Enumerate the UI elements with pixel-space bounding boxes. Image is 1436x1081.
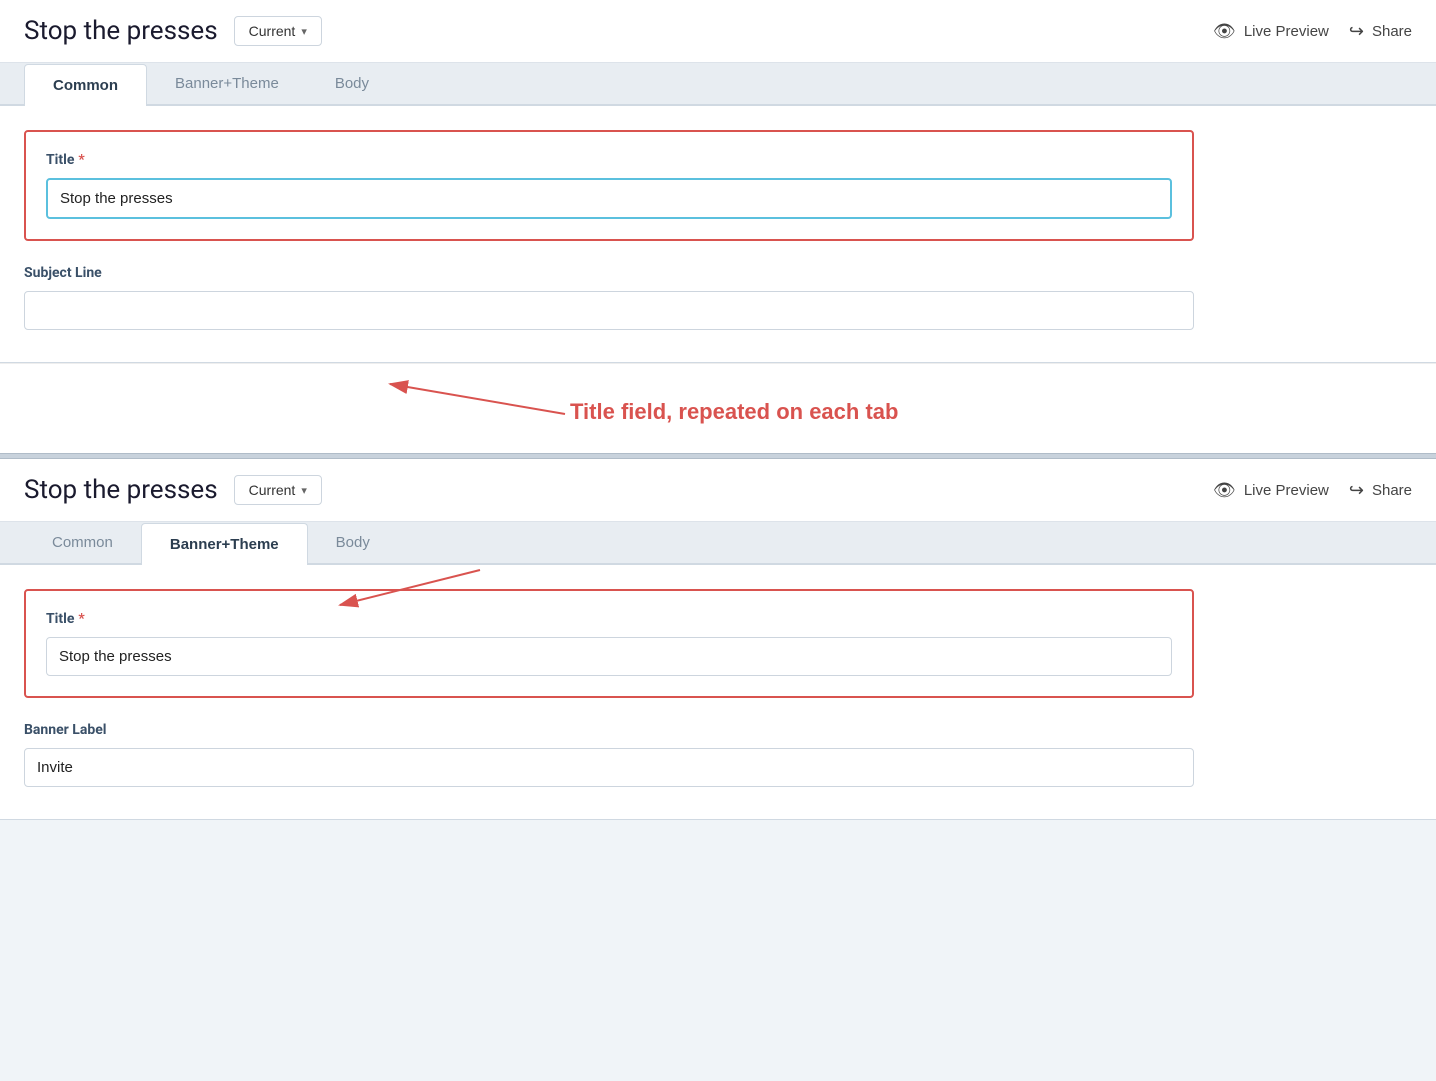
- share-button-bottom[interactable]: ↪ Share: [1349, 480, 1412, 501]
- tab-banner-theme-top[interactable]: Banner+Theme: [147, 63, 307, 104]
- page-wrapper: Stop the presses Current ▾ 👁 Live Previe…: [0, 0, 1436, 820]
- header-right-top: 👁 Live Preview ↪ Share: [1213, 21, 1412, 42]
- tabs-top: Common Banner+Theme Body: [0, 63, 1436, 106]
- share-label-bottom: Share: [1372, 482, 1412, 499]
- subject-label-top: Subject Line: [24, 265, 1194, 281]
- title-input-bottom[interactable]: [46, 637, 1172, 676]
- title-form-section-top: Title *: [24, 130, 1194, 241]
- tabs-bottom: Common Banner+Theme Body: [0, 522, 1436, 565]
- banner-label-input[interactable]: [24, 748, 1194, 787]
- content-top: Title * Subject Line: [0, 106, 1436, 362]
- version-dropdown-bottom[interactable]: Current ▾: [234, 475, 322, 505]
- share-icon-top: ↪: [1349, 21, 1364, 42]
- title-label-bottom: Title *: [46, 611, 1172, 627]
- required-star-top: *: [78, 152, 84, 168]
- tab-body-top[interactable]: Body: [307, 63, 397, 104]
- version-label-top: Current: [249, 23, 296, 39]
- tab-body-bottom[interactable]: Body: [308, 522, 398, 563]
- svg-text:Title field, repeated on each: Title field, repeated on each tab: [570, 399, 898, 424]
- bottom-header: Stop the presses Current ▾ 👁 Live Previe…: [0, 459, 1436, 522]
- top-panel: Stop the presses Current ▾ 👁 Live Previe…: [0, 0, 1436, 363]
- content-bottom: Title * Banner Label: [0, 565, 1436, 819]
- share-label-top: Share: [1372, 23, 1412, 40]
- subject-section-top: Subject Line: [24, 265, 1194, 330]
- banner-label-label: Banner Label: [24, 722, 1194, 738]
- page-title-bottom: Stop the presses: [24, 475, 218, 505]
- subject-line-input-top[interactable]: [24, 291, 1194, 330]
- share-icon-bottom: ↪: [1349, 480, 1364, 501]
- bottom-panel: Stop the presses Current ▾ 👁 Live Previe…: [0, 459, 1436, 820]
- live-preview-button-top[interactable]: 👁 Live Preview: [1213, 21, 1329, 42]
- tab-banner-theme-bottom[interactable]: Banner+Theme: [141, 523, 308, 565]
- eye-icon-bottom: 👁: [1213, 480, 1236, 501]
- chevron-down-icon-bottom: ▾: [301, 484, 307, 497]
- chevron-down-icon-top: ▾: [301, 25, 307, 38]
- version-dropdown-top[interactable]: Current ▾: [234, 16, 322, 46]
- tab-common-top[interactable]: Common: [24, 64, 147, 106]
- page-title-top: Stop the presses: [24, 16, 218, 46]
- annotation-svg: Title field, repeated on each tab: [0, 364, 1436, 454]
- required-star-bottom: *: [78, 611, 84, 627]
- version-label-bottom: Current: [249, 482, 296, 498]
- header-right-bottom: 👁 Live Preview ↪ Share: [1213, 480, 1412, 501]
- title-input-top[interactable]: [46, 178, 1172, 219]
- live-preview-label-top: Live Preview: [1244, 23, 1329, 40]
- live-preview-button-bottom[interactable]: 👁 Live Preview: [1213, 480, 1329, 501]
- title-form-section-bottom: Title *: [24, 589, 1194, 698]
- annotation-area: Title field, repeated on each tab: [0, 363, 1436, 453]
- title-label-top: Title *: [46, 152, 1172, 168]
- tab-common-bottom[interactable]: Common: [24, 522, 141, 563]
- top-header: Stop the presses Current ▾ 👁 Live Previe…: [0, 0, 1436, 63]
- banner-label-section: Banner Label: [24, 722, 1194, 787]
- live-preview-label-bottom: Live Preview: [1244, 482, 1329, 499]
- share-button-top[interactable]: ↪ Share: [1349, 21, 1412, 42]
- eye-icon-top: 👁: [1213, 21, 1236, 42]
